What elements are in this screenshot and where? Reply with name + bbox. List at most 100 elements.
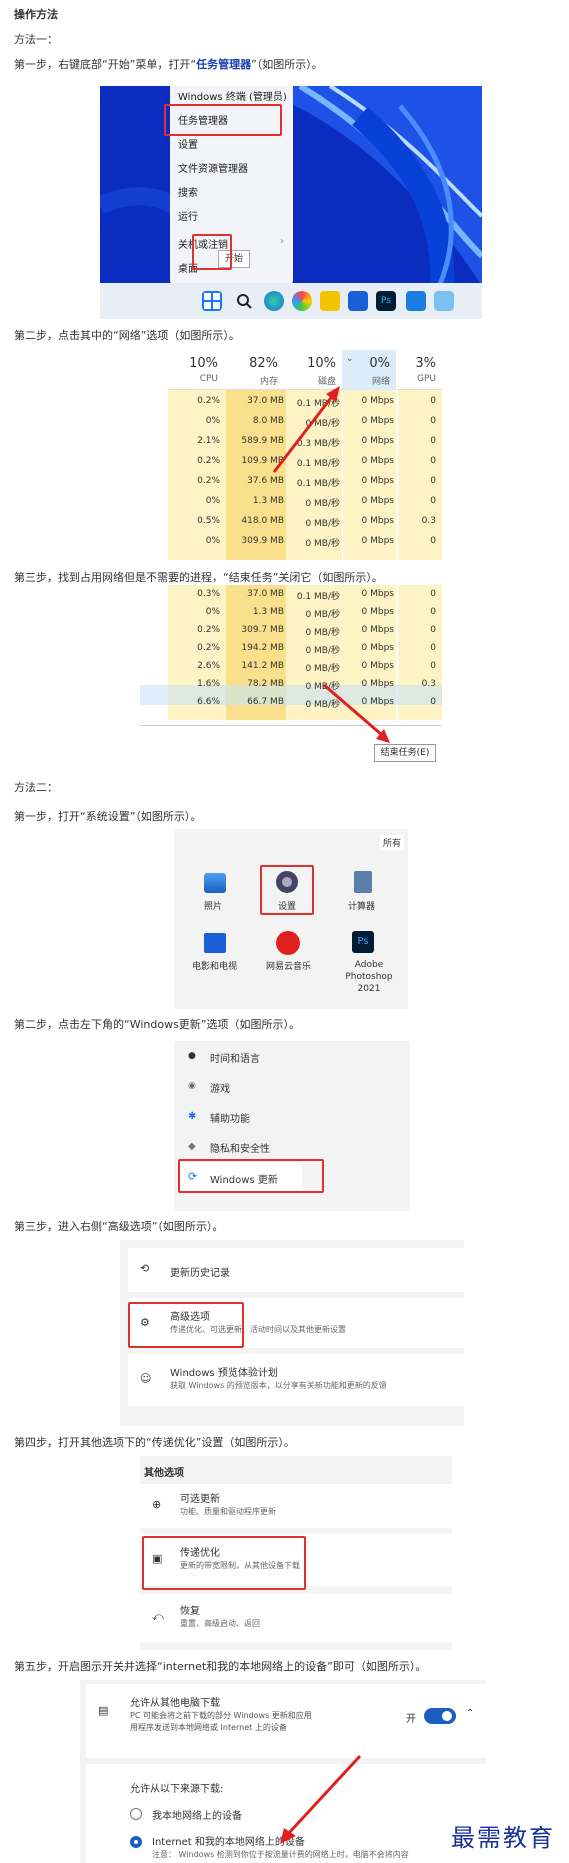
radio-internet-local[interactable] xyxy=(130,1836,142,1848)
photos-icon[interactable] xyxy=(434,291,454,311)
end-task-screenshot: 0.3% 37.0 MB 0.1 MB/秒 0 Mbps 0 0% 1.3 MB 0 MB/秒… xyxy=(140,585,442,771)
windows-start-icon[interactable] xyxy=(202,291,222,311)
nav-item-gaming[interactable]: 游戏 xyxy=(210,1080,230,1095)
task-manager-screenshot: 10% CPU 82% 内存 10% 磁盘 ⌄ 0% 网络 3% GPU 0.2… xyxy=(168,350,442,560)
table-cell: 0 Mbps xyxy=(361,625,394,635)
app-label-photoshop[interactable]: Adobe Photoshop 2021 xyxy=(334,959,404,995)
highlight-advanced-options xyxy=(128,1302,244,1348)
table-cell: 0% xyxy=(205,607,220,617)
app-label-movies-tv[interactable]: 电影和电视 xyxy=(192,959,237,972)
disk-percent: 10% xyxy=(307,356,336,371)
menu-item-terminal-admin[interactable]: Windows 终端 (管理员) xyxy=(178,88,287,103)
gamepad-icon: ◉ xyxy=(188,1081,196,1091)
all-apps-button[interactable]: 所有 xyxy=(379,835,404,850)
allow-downloads-toggle[interactable] xyxy=(424,1708,456,1724)
task-manager-link[interactable]: 任务管理器 xyxy=(196,58,251,71)
menu-item-run[interactable]: 运行 xyxy=(178,208,198,223)
step-text: 第一步，右键底部“开始”菜单，打开“任务管理器”（如图所示）。 xyxy=(14,58,323,71)
table-cell: 0.2% xyxy=(197,625,220,635)
store-icon[interactable] xyxy=(406,291,426,311)
table-cell: 0 xyxy=(430,536,436,546)
table-cell: 0.2% xyxy=(197,396,220,406)
photos-icon xyxy=(204,873,226,893)
table-cell: 0% xyxy=(205,496,220,506)
table-cell: 0 xyxy=(430,456,436,466)
download-icon: ▤ xyxy=(98,1704,109,1717)
network-header[interactable]: 网络 xyxy=(348,374,390,387)
option-description: 功能、质量和驱动程序更新 xyxy=(180,1507,276,1516)
red-arrow xyxy=(280,1754,362,1844)
table-cell: 66.7 MB xyxy=(247,697,284,707)
table-cell: 0 xyxy=(430,607,436,617)
calculator-icon xyxy=(354,871,372,893)
nav-item-time-language[interactable]: 时间和语言 xyxy=(210,1050,260,1065)
setting-description: PC 可能会将之前下载的部分 Windows 更新和应用 xyxy=(130,1711,312,1720)
table-cell: 0.3% xyxy=(197,589,220,599)
table-cell: 0 Mbps xyxy=(361,396,394,406)
option-title: Windows 预览体验计划 xyxy=(170,1368,278,1379)
app-label-calculator[interactable]: 计算器 xyxy=(348,899,375,912)
folder-icon[interactable] xyxy=(320,291,340,311)
highlight-windows-update xyxy=(178,1159,324,1193)
delivery-settings-screenshot: ▤ 允许从其他电脑下载 PC 可能会将之前下载的部分 Windows 更新和应用… xyxy=(80,1680,486,1863)
table-cell: 0 Mbps xyxy=(361,516,394,526)
step-text: 第二步，点击其中的“网络”选项（如图所示）。 xyxy=(14,329,240,342)
table-cell: 0.2% xyxy=(197,476,220,486)
radio-local-network[interactable] xyxy=(130,1808,142,1820)
nav-item-privacy-security[interactable]: 隐私和安全性 xyxy=(210,1140,270,1155)
menu-item-file-explorer[interactable]: 文件资源管理器 xyxy=(178,160,248,175)
app-label-netease-music[interactable]: 网易云音乐 xyxy=(266,959,311,972)
network-percent: 0% xyxy=(369,356,390,371)
settings-nav-screenshot: ● 时间和语言 ◉ 游戏 ✱ 辅助功能 ◆ 隐私和安全性 ⟳ Windows 更… xyxy=(174,1041,410,1211)
table-cell: 0 MB/秒 xyxy=(305,628,340,638)
table-cell: 0 Mbps xyxy=(361,661,394,671)
table-cell: 0 Mbps xyxy=(361,456,394,466)
cpu-percent: 10% xyxy=(189,356,218,371)
table-cell: 0 Mbps xyxy=(361,643,394,653)
table-cell: 0 Mbps xyxy=(361,436,394,446)
table-cell: 0 xyxy=(430,416,436,426)
table-cell: 0 xyxy=(430,589,436,599)
table-cell: 194.2 MB xyxy=(241,643,284,653)
step-text: 第一步，打开“系统设置”（如图所示）。 xyxy=(14,810,202,823)
step-text: 第三步，找到占用网络但是不需要的进程，“结束任务”关闭它（如图所示）。 xyxy=(14,571,383,584)
table-cell: 0 MB/秒 xyxy=(305,519,340,529)
table-cell: 78.2 MB xyxy=(247,679,284,689)
table-cell: 309.9 MB xyxy=(241,536,284,546)
photoshop-icon: Ps xyxy=(352,931,374,953)
nav-item-accessibility[interactable]: 辅助功能 xyxy=(210,1110,250,1125)
table-cell: 1.3 MB xyxy=(252,607,284,617)
app-label-photos[interactable]: 照片 xyxy=(204,899,222,912)
other-options-screenshot: 其他选项 ⊕ 可选更新 功能、质量和驱动程序更新 ▣ 传递优化 更新的带宽限制，… xyxy=(140,1456,452,1650)
source-label: 允许从以下来源下载: xyxy=(130,1784,224,1795)
table-cell: 141.2 MB xyxy=(241,661,284,671)
table-cell: 0% xyxy=(205,536,220,546)
table-cell: 2.1% xyxy=(197,436,220,446)
option-description: 重置、高级启动、返回 xyxy=(180,1619,260,1628)
red-arrow xyxy=(323,683,390,743)
accessibility-icon: ✱ xyxy=(188,1111,197,1122)
section-title: 其他选项 xyxy=(144,1468,184,1479)
app-icon[interactable] xyxy=(348,291,368,311)
taskbar: Ps xyxy=(100,283,482,319)
table-cell: 0 xyxy=(430,661,436,671)
chevron-right-icon: › xyxy=(280,236,284,247)
step-text: 第三步，进入右侧“高级选项”（如图所示）。 xyxy=(14,1220,224,1233)
step-text: 第四步，打开其他选项下的“传递优化”设置（如图所示）。 xyxy=(14,1436,295,1449)
toggle-state-label: 开 xyxy=(406,1714,416,1725)
gpu-header[interactable]: GPU xyxy=(400,374,436,384)
table-cell: 0 xyxy=(430,625,436,635)
option-title: 可选更新 xyxy=(180,1494,220,1505)
menu-item-search[interactable]: 搜索 xyxy=(178,184,198,199)
search-icon[interactable] xyxy=(234,291,254,311)
photoshop-icon[interactable]: Ps xyxy=(376,291,396,311)
chevron-up-icon[interactable]: ⌃ xyxy=(466,1708,474,1719)
edge-icon[interactable] xyxy=(264,291,284,311)
setting-description: 用程序发送到本地网络或 Internet 上的设备 xyxy=(130,1723,287,1732)
cpu-header[interactable]: CPU xyxy=(178,374,218,384)
memory-percent: 82% xyxy=(249,356,278,371)
table-cell: 1.3 MB xyxy=(252,496,284,506)
chrome-icon[interactable] xyxy=(292,291,312,311)
table-cell: 0 xyxy=(430,436,436,446)
menu-item-settings[interactable]: 设置 xyxy=(178,136,198,151)
